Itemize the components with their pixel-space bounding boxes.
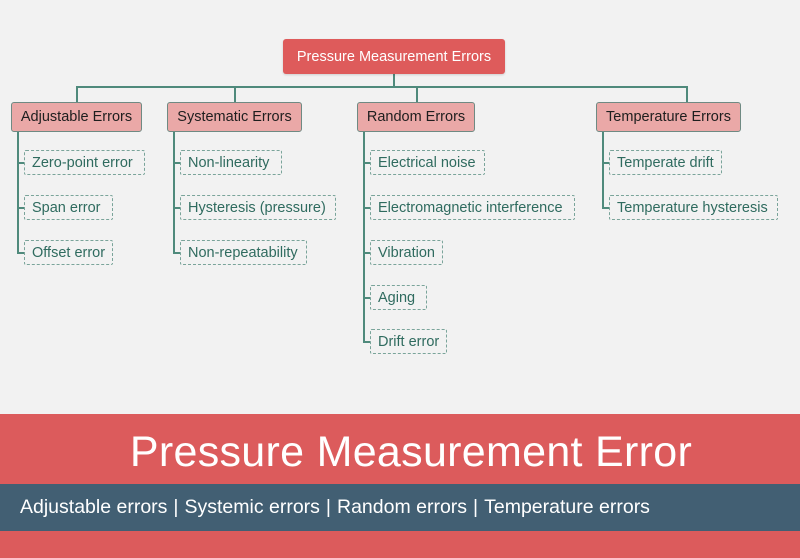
connector-drop-adjustable xyxy=(76,86,78,103)
banner-title: Pressure Measurement Error xyxy=(129,428,693,476)
leaf-hysteresis-pressure: Hysteresis (pressure) xyxy=(180,195,336,220)
separator: | xyxy=(173,496,179,518)
leaf-non-repeatability: Non-repeatability xyxy=(180,240,307,265)
leaf-label: Offset error xyxy=(32,244,106,261)
tick xyxy=(602,207,609,209)
tick xyxy=(363,162,370,164)
subtitle-item-temperature: Temperature errors xyxy=(484,496,650,518)
branch-temperature xyxy=(602,132,604,208)
category-label: Random Errors xyxy=(366,109,466,125)
root-node: Pressure Measurement Errors xyxy=(283,39,505,74)
branch-random xyxy=(363,132,365,342)
category-temperature-errors: Temperature Errors xyxy=(596,102,741,132)
tick xyxy=(173,207,180,209)
subtitle-item-random: Random errors xyxy=(337,496,468,518)
leaf-label: Non-repeatability xyxy=(188,244,298,261)
leaf-electromagnetic-interference: Electromagnetic interference xyxy=(370,195,575,220)
connector-drop-temperature xyxy=(686,86,688,103)
subtitle-text: Adjustable errors | Systemic errors | Random… xyxy=(20,496,650,519)
leaf-label: Zero-point error xyxy=(32,154,133,171)
leaf-vibration: Vibration xyxy=(370,240,443,265)
tick xyxy=(363,207,370,209)
leaf-temperate-drift: Temperate drift xyxy=(609,150,722,175)
leaf-span-error: Span error xyxy=(24,195,113,220)
leaf-label: Electromagnetic interference xyxy=(378,199,563,216)
branch-systematic xyxy=(173,132,175,253)
tick xyxy=(363,341,370,343)
tick xyxy=(363,297,370,299)
leaf-temperature-hysteresis: Temperature hysteresis xyxy=(609,195,778,220)
leaf-label: Hysteresis (pressure) xyxy=(188,199,326,216)
connector-drop-systematic xyxy=(234,86,236,103)
tick xyxy=(173,252,180,254)
category-label: Temperature Errors xyxy=(606,109,731,125)
category-systematic-errors: Systematic Errors xyxy=(167,102,302,132)
connector-drop-random xyxy=(416,86,418,103)
leaf-aging: Aging xyxy=(370,285,427,310)
tick xyxy=(17,207,24,209)
leaf-label: Temperate drift xyxy=(617,154,714,171)
tick xyxy=(17,162,24,164)
leaf-drift-error: Drift error xyxy=(370,329,447,354)
tick xyxy=(17,252,24,254)
separator: | xyxy=(325,496,331,518)
tick xyxy=(363,252,370,254)
leaf-label: Electrical noise xyxy=(378,154,476,171)
leaf-zero-point-error: Zero-point error xyxy=(24,150,145,175)
leaf-label: Temperature hysteresis xyxy=(617,199,768,216)
leaf-electrical-noise: Electrical noise xyxy=(370,150,485,175)
subtitle-item-systemic: Systemic errors xyxy=(184,496,320,518)
category-label: Adjustable Errors xyxy=(20,109,133,125)
leaf-non-linearity: Non-linearity xyxy=(180,150,282,175)
connector-horizontal xyxy=(76,86,687,88)
tick xyxy=(173,162,180,164)
leaf-label: Non-linearity xyxy=(188,154,270,171)
category-label: Systematic Errors xyxy=(177,109,292,125)
branch-adjustable xyxy=(17,132,19,253)
subtitle-item-adjustable: Adjustable errors xyxy=(20,496,168,518)
category-adjustable-errors: Adjustable Errors xyxy=(11,102,142,132)
leaf-label: Drift error xyxy=(378,333,440,350)
leaf-label: Vibration xyxy=(378,244,435,261)
leaf-offset-error: Offset error xyxy=(24,240,113,265)
leaf-label: Aging xyxy=(378,289,416,306)
tick xyxy=(602,162,609,164)
separator: | xyxy=(473,496,479,518)
category-random-errors: Random Errors xyxy=(357,102,475,132)
root-label: Pressure Measurement Errors xyxy=(296,48,492,65)
leaf-label: Span error xyxy=(32,199,101,216)
